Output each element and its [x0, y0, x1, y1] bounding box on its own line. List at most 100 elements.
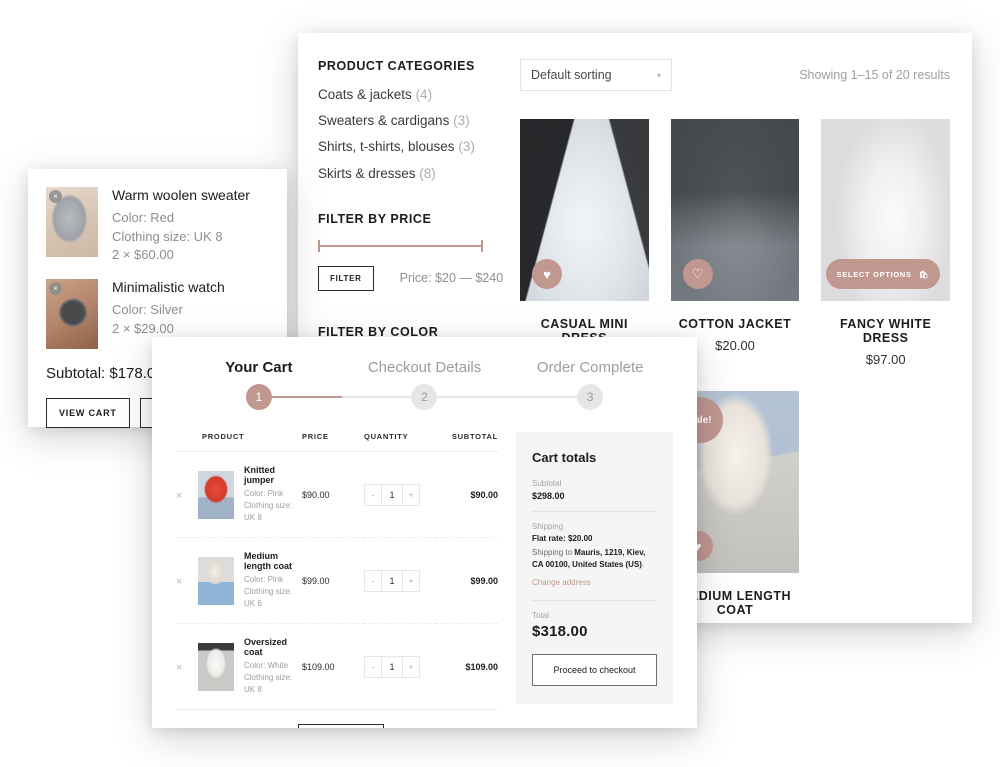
category-label: Shirts, t-shirts, blouses	[318, 139, 455, 155]
quantity-decrease-button[interactable]: -	[365, 657, 381, 677]
product-image[interactable]: ♥	[520, 119, 649, 301]
category-item[interactable]: Shirts, t-shirts, blouses (3)	[318, 139, 510, 155]
step-label-your-cart[interactable]: Your Cart	[176, 359, 342, 376]
product-card[interactable]: ♡ COTTON JACKET $20.00	[670, 119, 800, 367]
filter-button[interactable]: FILTER	[318, 265, 374, 291]
view-cart-button[interactable]: VIEW CART	[46, 398, 130, 429]
table-row: × Medium length coat Color: Pink Clothin…	[176, 537, 498, 624]
cart-item-price: $109.00	[302, 623, 364, 710]
quantity-decrease-button[interactable]: -	[365, 571, 381, 591]
select-options-button[interactable]: SELECT OPTIONS 🛍	[825, 259, 940, 289]
table-row: × Knitted jumper Color: Pink Clothing si…	[176, 451, 498, 538]
cart-item-price: $99.00	[302, 537, 364, 624]
mini-cart-item: × Warm woolen sweater Color: Red Clothin…	[46, 187, 269, 265]
cart-item-subtotal: $90.00	[436, 451, 498, 538]
cart-item-name[interactable]: Knitted jumper	[244, 465, 302, 485]
mini-cart-item-qty-price: 2 × $60.00	[112, 247, 174, 263]
cart-item-name[interactable]: Medium length coat	[244, 551, 302, 571]
cart-item-image[interactable]	[198, 642, 234, 691]
quantity-value[interactable]: 1	[381, 570, 403, 591]
cart-items-table: PRODUCT PRICE QUANTITY SUBTOTAL × Knitte…	[176, 432, 498, 710]
remove-item-icon[interactable]: ×	[176, 576, 182, 588]
apply-coupon-button[interactable]: APPLY COUPON	[298, 724, 384, 728]
shipping-prefix: Shipping to	[532, 548, 575, 557]
step-label-order-complete[interactable]: Order Complete	[507, 359, 673, 376]
quantity-stepper[interactable]: - 1 +	[364, 483, 420, 506]
step-connector-2	[437, 396, 508, 398]
quantity-increase-button[interactable]: +	[403, 657, 419, 677]
shop-toolbar: Default sorting ▾ Showing 1–15 of 20 res…	[520, 59, 950, 91]
category-item[interactable]: Sweaters & cardigans (3)	[318, 113, 510, 129]
product-image[interactable]: ♡	[670, 119, 800, 301]
category-count: (3)	[453, 113, 470, 129]
screenshot-stage: PRODUCT CATEGORIES Coats & jackets (4) S…	[0, 0, 1000, 767]
cart-item-price: $90.00	[302, 451, 364, 538]
select-options-label: SELECT OPTIONS	[836, 269, 912, 279]
quantity-value[interactable]: 1	[381, 484, 403, 505]
product-categories-list: Coats & jackets (4) Sweaters & cardigans…	[318, 87, 510, 182]
sorting-select[interactable]: Default sorting ▾	[520, 59, 672, 91]
shipping-label: Shipping	[532, 522, 564, 531]
cart-totals-title: Cart totals	[532, 450, 597, 465]
quantity-increase-button[interactable]: +	[403, 571, 419, 591]
step-circle-3[interactable]: 3	[577, 384, 604, 410]
step-circle-2[interactable]: 2	[411, 384, 438, 410]
product-card[interactable]: ♥ CASUAL MINI DRESS $235.00	[520, 119, 649, 367]
remove-item-icon[interactable]: ×	[176, 490, 182, 502]
wishlist-heart-icon[interactable]: ♡	[682, 259, 713, 289]
column-header-quantity: QUANTITY	[364, 432, 436, 452]
quantity-increase-button[interactable]: +	[403, 485, 419, 505]
category-label: Skirts & dresses	[318, 165, 416, 181]
product-categories-title: PRODUCT CATEGORIES	[318, 59, 475, 73]
category-count: (3)	[458, 139, 475, 155]
total-value: $318.00	[532, 623, 588, 640]
filter-by-price-title: FILTER BY PRICE	[318, 211, 432, 226]
mini-cart-item-image[interactable]: ×	[46, 187, 98, 257]
shopping-bag-icon: 🛍	[918, 269, 929, 279]
mini-cart-item-name[interactable]: Warm woolen sweater	[112, 187, 250, 204]
mini-cart-item-image[interactable]: ×	[46, 279, 98, 350]
column-header-price: PRICE	[302, 432, 364, 452]
cart-table-header-row: PRODUCT PRICE QUANTITY SUBTOTAL	[176, 432, 498, 452]
remove-item-icon[interactable]: ×	[176, 662, 182, 674]
quantity-value[interactable]: 1	[381, 656, 403, 677]
price-slider-handle-min[interactable]	[318, 239, 320, 252]
cart-page-window: Your Cart Checkout Details Order Complet…	[152, 337, 697, 728]
remove-item-icon[interactable]: ×	[49, 190, 62, 203]
category-label: Coats & jackets	[318, 87, 412, 102]
quantity-stepper[interactable]: - 1 +	[364, 569, 420, 592]
total-label: Total	[532, 611, 549, 620]
step-connector-1	[271, 396, 342, 398]
cart-item-size: Clothing size: UK 8	[244, 501, 293, 522]
cart-footer: 🏷 APPLY COUPON ↻ Refresh Cart	[176, 724, 498, 728]
step-circle-1[interactable]: 1	[245, 384, 272, 410]
quantity-stepper[interactable]: - 1 +	[364, 655, 420, 678]
mini-cart-item-name[interactable]: Minimalistic watch	[112, 279, 225, 296]
price-slider-handle-max[interactable]	[481, 239, 483, 252]
results-count: Showing 1–15 of 20 results	[799, 68, 950, 82]
quantity-decrease-button[interactable]: -	[365, 485, 381, 505]
change-address-link[interactable]: Change address	[532, 578, 591, 587]
step-label-checkout-details[interactable]: Checkout Details	[342, 359, 508, 376]
subtotal-value: $298.00	[532, 491, 565, 501]
category-item[interactable]: Skirts & dresses (8)	[318, 166, 510, 182]
mini-cart-item-size: Clothing size: UK 8	[112, 228, 223, 244]
product-price-value: $97.00	[865, 352, 906, 367]
shipping-suffix: .	[641, 560, 645, 569]
product-image[interactable]: ♡ SELECT OPTIONS 🛍	[821, 119, 950, 301]
category-count: (8)	[419, 165, 436, 181]
table-row: × Oversized coat Color: White Clothing s…	[176, 623, 498, 710]
mini-cart-item-color: Color: Red	[112, 209, 175, 225]
cart-item-image[interactable]	[198, 470, 234, 519]
wishlist-heart-icon[interactable]: ♥	[532, 259, 562, 289]
cart-item-name[interactable]: Oversized coat	[244, 637, 302, 657]
category-item[interactable]: Coats & jackets (4)	[318, 87, 510, 103]
product-card[interactable]: ♡ SELECT OPTIONS 🛍 FANCY WHITE DRESS $97…	[821, 119, 950, 367]
product-price: $97.00	[821, 352, 950, 367]
subtotal-label: Subtotal	[532, 479, 562, 488]
cart-item-image[interactable]	[198, 556, 234, 605]
proceed-to-checkout-button[interactable]: Proceed to checkout	[532, 654, 657, 686]
price-range-slider[interactable]	[318, 239, 483, 252]
cart-item-subtotal: $109.00	[436, 623, 498, 710]
filter-by-price-widget: FILTER BY PRICE FILTER Price: $20 — $240	[318, 212, 510, 291]
